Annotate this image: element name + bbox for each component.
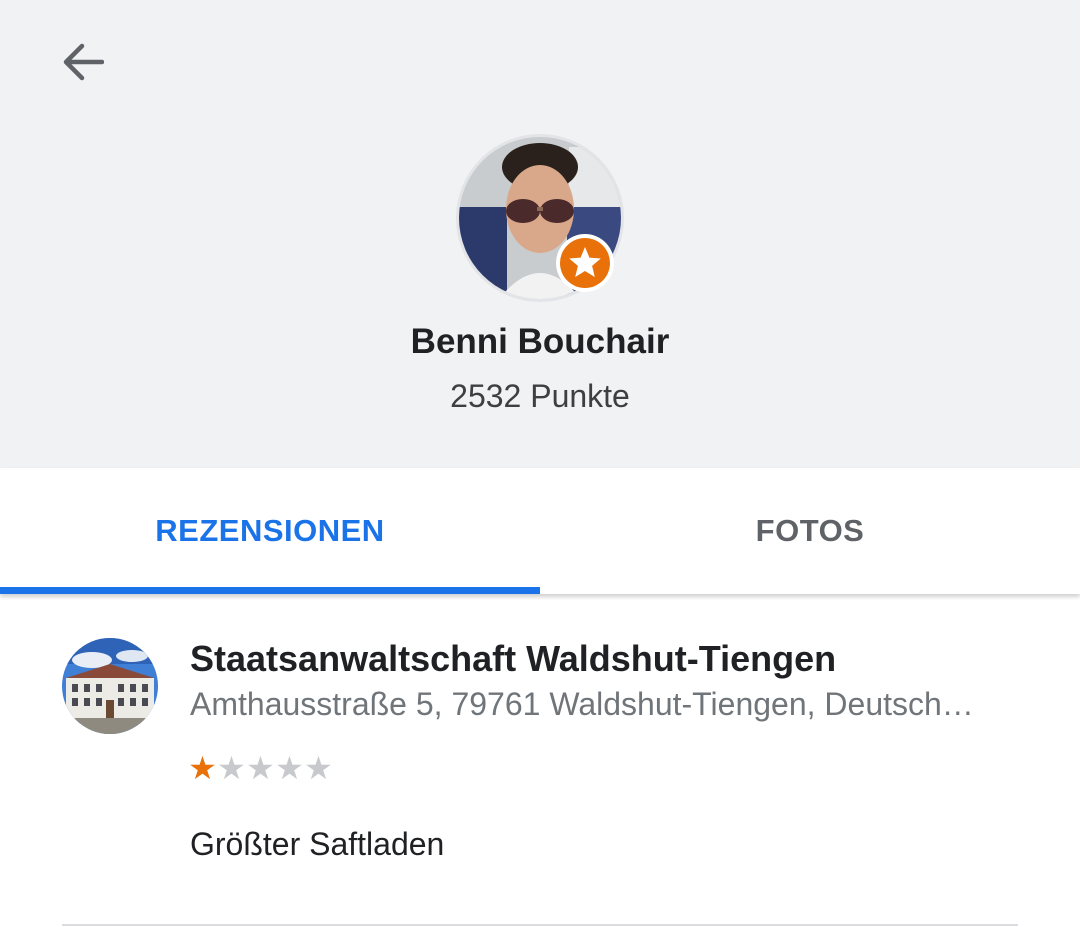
star-empty-icon: ★ xyxy=(217,750,246,786)
star-filled-icon: ★ xyxy=(188,750,217,786)
tab-bar: REZENSIONEN FOTOS xyxy=(0,468,1080,594)
place-name[interactable]: Staatsanwaltschaft Waldshut-Tiengen xyxy=(190,638,836,680)
place-thumbnail[interactable] xyxy=(62,638,158,734)
star-empty-icon: ★ xyxy=(275,750,304,786)
profile-header: Benni Bouchair 2532 Punkte xyxy=(0,0,1080,468)
star-badge-icon xyxy=(560,238,610,288)
rating-stars: ★ ★ ★ ★ ★ xyxy=(188,750,333,786)
avatar-container[interactable] xyxy=(456,134,624,302)
review-text: Größter Saftladen xyxy=(190,826,445,862)
active-tab-indicator xyxy=(0,587,540,594)
back-button[interactable] xyxy=(50,32,114,92)
tab-rezensionen[interactable]: REZENSIONEN xyxy=(0,468,540,594)
local-guide-badge xyxy=(556,234,614,292)
arrow-left-icon xyxy=(63,43,104,81)
review-item[interactable]: Staatsanwaltschaft Waldshut-Tiengen Amth… xyxy=(0,594,1080,931)
user-points: 2532 Punkte xyxy=(450,378,630,414)
user-name: Benni Bouchair xyxy=(410,322,670,361)
star-empty-icon: ★ xyxy=(246,750,275,786)
place-address: Amthausstraße 5, 79761 Waldshut-Tiengen,… xyxy=(190,686,980,722)
star-empty-icon: ★ xyxy=(304,750,333,786)
tab-fotos[interactable]: FOTOS xyxy=(540,468,1080,594)
divider xyxy=(62,924,1018,926)
